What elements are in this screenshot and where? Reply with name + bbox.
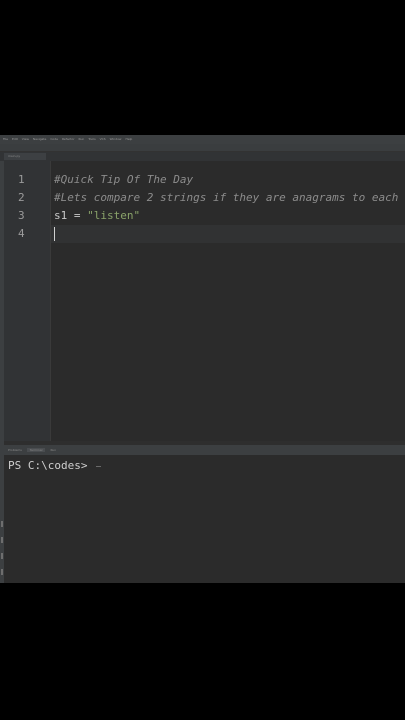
menu-navigate[interactable]: Navigate [33, 137, 46, 141]
menu-vcs[interactable]: VCS [100, 137, 106, 141]
line-number: 2 [18, 191, 25, 204]
tab-run[interactable]: Run [50, 448, 56, 452]
menu-help[interactable]: Help [125, 137, 132, 141]
terminal-prompt: PS C:\codes> [8, 459, 88, 472]
terminal-cursor [96, 466, 101, 467]
line-number: 1 [18, 173, 25, 186]
code-line-2[interactable]: #Lets compare 2 strings if they are anag… [54, 189, 405, 207]
toolbar [0, 144, 405, 152]
text-caret [54, 227, 55, 241]
tool-icon[interactable] [1, 537, 3, 543]
current-line-highlight [51, 225, 405, 243]
tool-icon[interactable] [1, 553, 3, 559]
tab-problems[interactable]: Problems [8, 448, 22, 452]
code-variable-assignment: s1 = [54, 209, 88, 222]
code-line-3[interactable]: s1 = "listen" [54, 207, 140, 225]
menu-window[interactable]: Window [110, 137, 122, 141]
terminal-panel[interactable]: PS C:\codes> [4, 455, 405, 583]
editor-tab-label: main.py [8, 154, 21, 158]
line-number: 4 [18, 227, 25, 240]
line-number: 3 [18, 209, 25, 222]
left-tool-icons [0, 515, 4, 583]
menu-view[interactable]: View [22, 137, 29, 141]
code-string-literal: "listen" [87, 209, 141, 222]
editor-tab[interactable]: main.py [4, 153, 46, 160]
menu-refactor[interactable]: Refactor [62, 137, 75, 141]
tab-terminal[interactable]: Terminal [26, 448, 46, 452]
menu-edit[interactable]: Edit [12, 137, 18, 141]
code-editor[interactable]: #Quick Tip Of The Day #Lets compare 2 st… [51, 161, 405, 441]
tool-icon[interactable] [1, 569, 3, 575]
ide-window: File Edit View Navigate Code Refactor Ru… [0, 135, 405, 583]
line-number-gutter: 1 2 3 4 [4, 161, 51, 441]
menu-bar: File Edit View Navigate Code Refactor Ru… [0, 135, 405, 144]
menu-file[interactable]: File [3, 137, 8, 141]
menu-run[interactable]: Run [79, 137, 85, 141]
code-line-1[interactable]: #Quick Tip Of The Day [54, 171, 193, 189]
menu-code[interactable]: Code [50, 137, 58, 141]
editor-tab-strip: main.py [0, 152, 405, 161]
menu-tools[interactable]: Tools [88, 137, 95, 141]
tool-icon[interactable] [1, 521, 3, 527]
tool-window-tabs: Problems Terminal Run [4, 445, 405, 455]
